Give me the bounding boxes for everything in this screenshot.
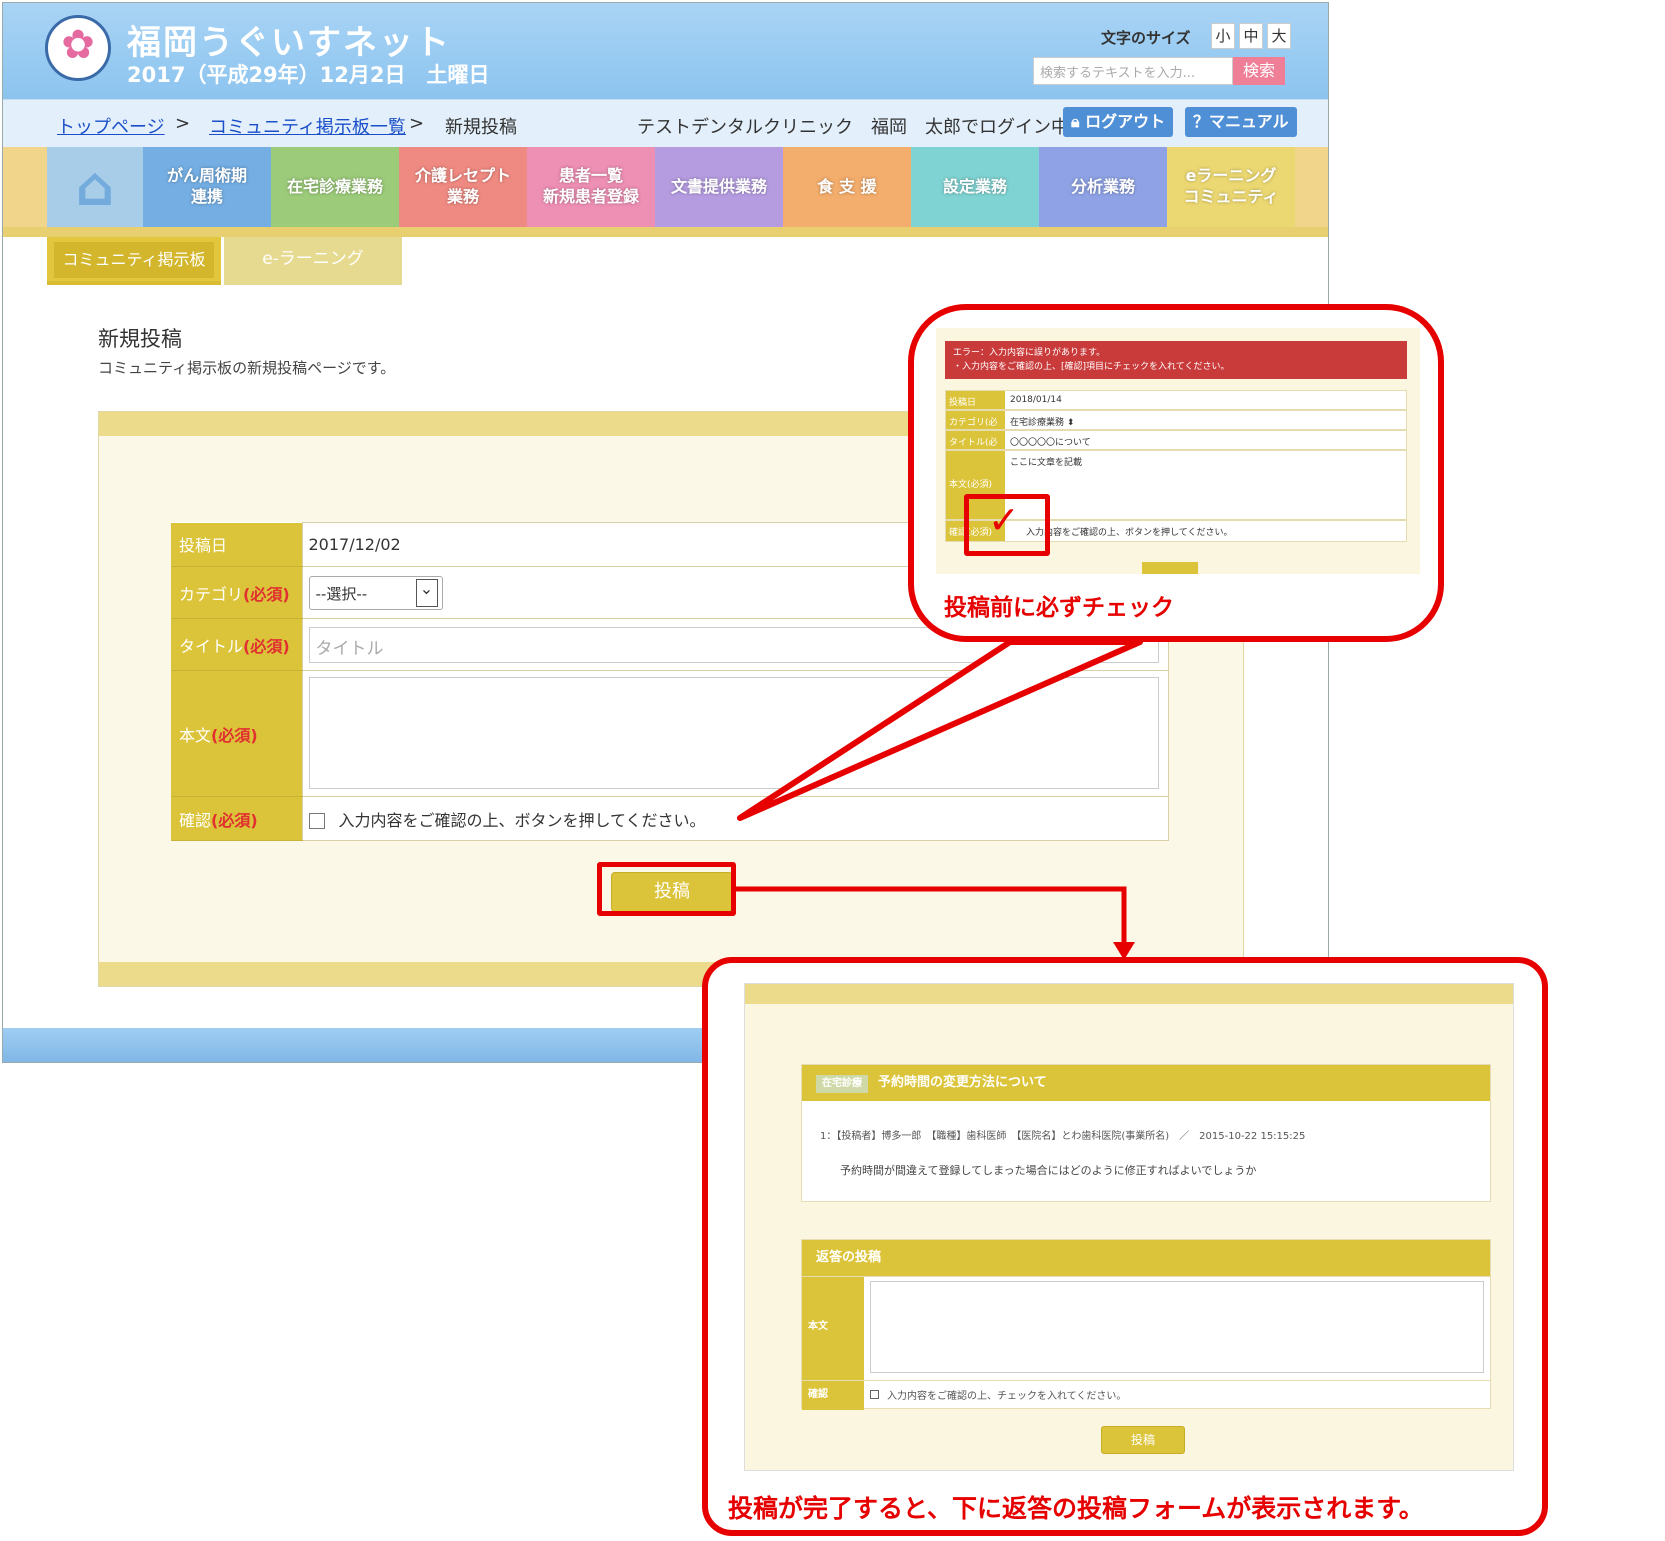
example-value: ここに文章を記載 <box>1010 458 1083 468</box>
reply-form-screenshot: 在宅診療 予約時間の変更方法について 1：【投稿者】博多一郎 【職種】歯科医師 【… <box>744 983 1514 1471</box>
callout-reply-form: 在宅診療 予約時間の変更方法について 1：【投稿者】博多一郎 【職種】歯科医師 【… <box>702 957 1548 1536</box>
example-post-button <box>1142 562 1198 574</box>
error-line-2: ・入力内容をご確認の上、[確認]項目にチェックを入れてください。 <box>953 362 1230 372</box>
panel-top-band <box>745 984 1513 1004</box>
thread-card: 在宅診療 予約時間の変更方法について 1：【投稿者】博多一郎 【職種】歯科医師 【… <box>801 1064 1491 1202</box>
post-body: 予約時間が間違えて登録してしまった場合にはどのように修正すればよいでしょうか <box>840 1164 1257 1177</box>
example-value: 〇〇〇〇〇について <box>1010 438 1091 448</box>
example-row-date: 投稿日 2018/01/14 <box>945 390 1407 410</box>
category-tag: 在宅診療 <box>816 1075 868 1093</box>
arrow-line <box>736 886 1127 945</box>
callout-caption-reply: 投稿が完了すると、下に返答の投稿フォームが表示されます。 <box>728 1494 1424 1523</box>
error-line-1: エラー：入力内容に誤りがあります。 <box>953 348 1106 358</box>
reply-confirm-cell: 入力内容をご確認の上、チェックを入れてください。 <box>870 1387 1126 1402</box>
example-value: 在宅診療業務 ⬍ <box>1010 418 1075 428</box>
reply-textarea[interactable] <box>870 1281 1484 1373</box>
reply-card: 返答の投稿 本文 確認 入力内容をご確認の上、チェックを入れてください。 <box>801 1239 1491 1410</box>
example-row-category: カテゴリ(必須) 在宅診療業務 ⬍ <box>945 410 1407 441</box>
callout-check-before-post: エラー：入力内容に誤りがあります。 ・入力内容をご確認の上、[確認]項目にチェッ… <box>908 304 1444 642</box>
example-label: カテゴリ(必須) <box>946 411 1005 441</box>
reply-confirm-label: 確認 <box>802 1381 864 1410</box>
example-row-title: タイトル(必須) 〇〇〇〇〇について <box>945 430 1407 461</box>
reply-body-label: 本文 <box>802 1277 864 1380</box>
example-label: 投稿日 <box>946 391 1005 409</box>
reply-post-button[interactable]: 投稿 <box>1101 1426 1185 1454</box>
reply-body-row: 本文 <box>802 1276 1490 1380</box>
example-value: 2018/01/14 <box>1010 395 1062 405</box>
reply-header: 返答の投稿 <box>802 1240 1490 1276</box>
callout-caption-check: 投稿前に必ずチェック <box>944 595 1174 621</box>
reply-confirm-text: 入力内容をご確認の上、チェックを入れてください。 <box>887 1391 1127 1402</box>
thread-title: 予約時間の変更方法について <box>878 1075 1047 1090</box>
post-meta: 1：【投稿者】博多一郎 【職種】歯科医師 【医院名】とわ歯科医院(事業所名) ／… <box>820 1131 1306 1142</box>
error-message: エラー：入力内容に誤りがあります。 ・入力内容をご確認の上、[確認]項目にチェッ… <box>945 341 1407 379</box>
checkmark-icon: ✓ <box>988 498 1020 542</box>
thread-header: 在宅診療 予約時間の変更方法について <box>802 1065 1490 1101</box>
example-label: タイトル(必須) <box>946 431 1005 461</box>
annotated-screenshot: 福岡うぐいすネット 2017（平成29年）12月2日 土曜日 文字のサイズ 小 … <box>0 0 1665 1541</box>
reply-confirm-checkbox[interactable] <box>870 1390 879 1399</box>
reply-confirm-row: 確認 入力内容をご確認の上、チェックを入れてください。 <box>802 1380 1490 1410</box>
speech-bubble-tail <box>737 639 1143 821</box>
example-value: 入力内容をご確認の上、ボタンを押してください。 <box>1026 528 1233 538</box>
